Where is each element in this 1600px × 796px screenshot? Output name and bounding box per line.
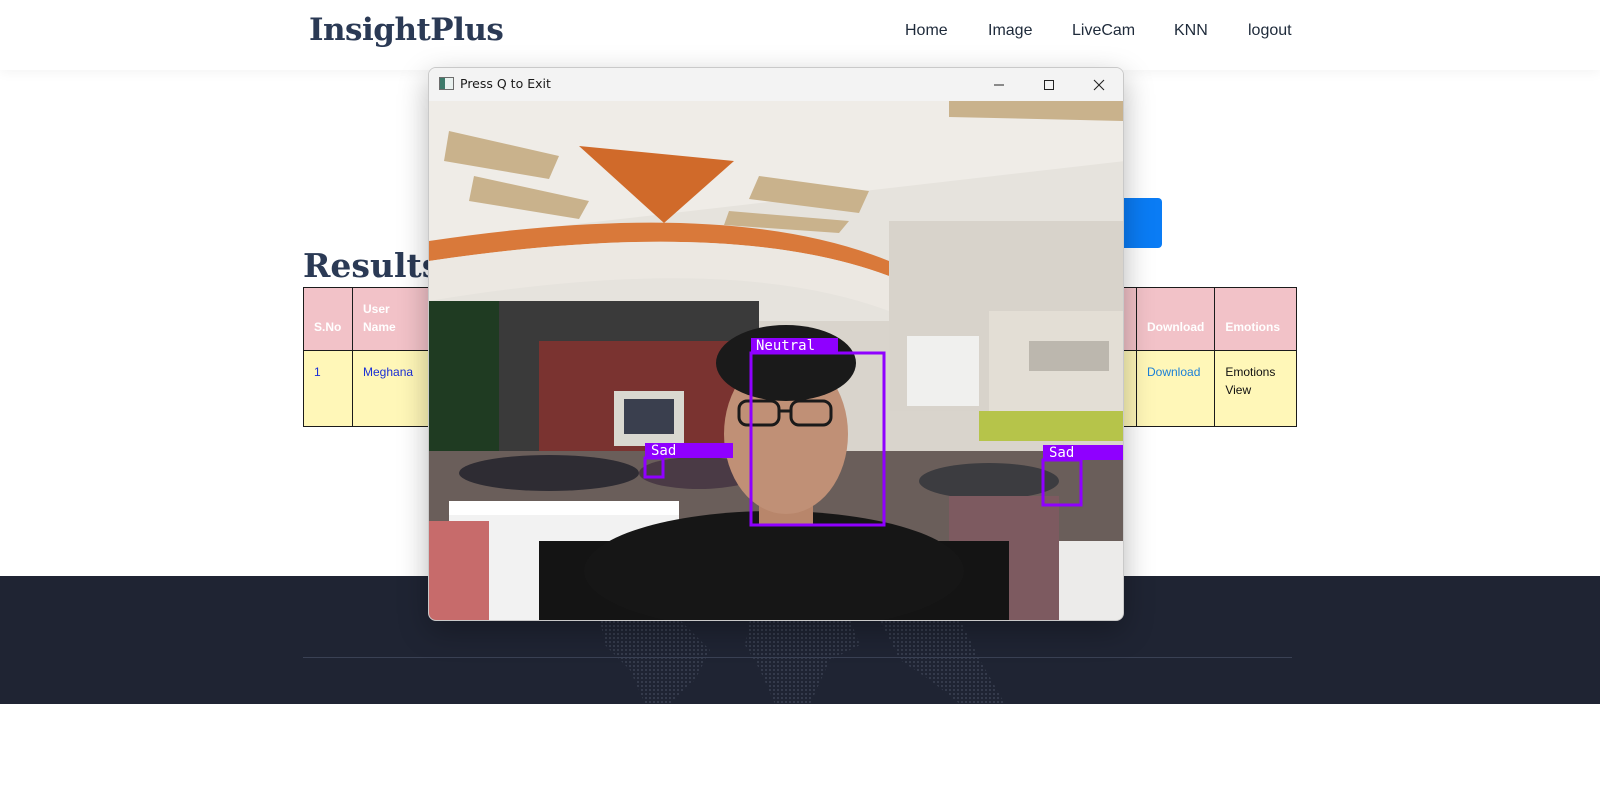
- header-user-line1: User: [363, 302, 390, 316]
- detection-label-sad-left: Sad: [651, 443, 676, 459]
- minimize-icon: [994, 84, 1004, 85]
- header-user-name: User Name: [352, 287, 431, 351]
- camera-feed: Neutral Sad Sad: [429, 101, 1123, 620]
- nav-knn[interactable]: KNN: [1174, 22, 1208, 40]
- world-map-graphic: [600, 620, 1005, 704]
- detection-label-sad-right: Sad: [1049, 445, 1074, 461]
- nav-image[interactable]: Image: [988, 22, 1032, 40]
- header-user-line2: Name: [363, 320, 396, 334]
- header-download: Download: [1135, 287, 1216, 351]
- nav-livecam[interactable]: LiveCam: [1072, 22, 1135, 40]
- cell-download: Download: [1135, 350, 1216, 427]
- footer-divider: [303, 657, 1292, 658]
- detection-label-neutral: Neutral: [756, 338, 815, 354]
- nav-logout[interactable]: logout: [1248, 22, 1292, 40]
- camera-window[interactable]: Press Q to Exit Neutral Sad Sad: [428, 67, 1124, 621]
- download-link[interactable]: Download: [1147, 365, 1200, 379]
- cell-sno: 1: [303, 350, 353, 427]
- emotions-line2: View: [1225, 383, 1252, 397]
- maximize-icon: [1044, 79, 1054, 90]
- cell-emotions[interactable]: Emotions View: [1214, 350, 1298, 427]
- window-titlebar[interactable]: Press Q to Exit: [429, 68, 1123, 101]
- app-icon: [439, 77, 454, 90]
- header-sno: S.No: [303, 287, 353, 351]
- site-header: InsightPlus Home Image LiveCam KNN logou…: [0, 0, 1600, 70]
- camera-frame: Neutral Sad Sad: [429, 101, 1123, 620]
- close-icon: [1093, 79, 1105, 90]
- window-title: Press Q to Exit: [460, 76, 551, 91]
- main-nav: Home Image LiveCam KNN logout: [880, 22, 1300, 52]
- maximize-button[interactable]: [1024, 68, 1074, 101]
- emotions-line1: Emotions: [1225, 365, 1276, 379]
- cell-user-name: Meghana: [352, 350, 431, 427]
- nav-home[interactable]: Home: [905, 22, 948, 40]
- header-emotions: Emotions: [1214, 287, 1298, 351]
- minimize-button[interactable]: [974, 68, 1024, 101]
- site-logo[interactable]: InsightPlus: [309, 12, 504, 48]
- close-button[interactable]: [1074, 68, 1123, 101]
